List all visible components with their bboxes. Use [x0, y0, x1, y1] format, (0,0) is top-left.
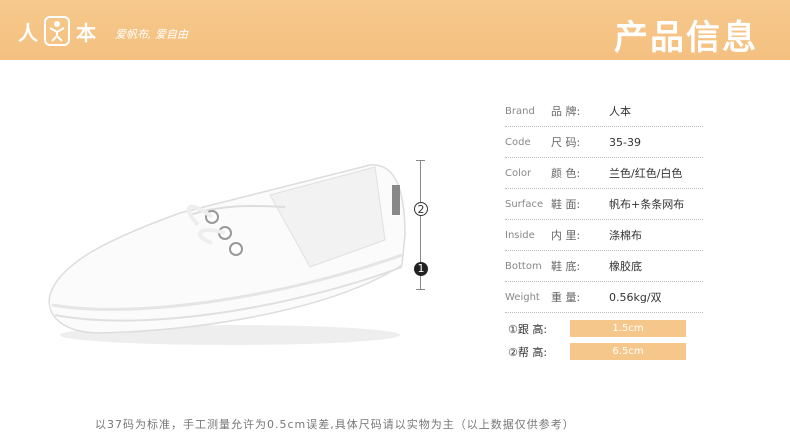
spec-row-code: Code 尺 码: 35-39 — [505, 127, 703, 158]
spec-cn-label: 鞋 底: — [551, 260, 581, 273]
heel-height-label: ①跟 高: — [508, 322, 548, 336]
ruler-tick-bottom — [416, 289, 425, 290]
brand-logo: 人 本 — [18, 12, 96, 50]
shoe-image — [40, 155, 410, 359]
spec-cn-label: 内 里: — [551, 229, 581, 242]
spec-en-label: Inside — [505, 229, 535, 241]
spec-table: Brand 品 牌: 人本 Code 尺 码: 35-39 Color 颜 色: 兰色/红色… — [505, 96, 703, 313]
spec-value: 涤棉布 — [609, 229, 642, 242]
spec-value: 35-39 — [609, 135, 641, 149]
logo-char-left: 人 — [18, 20, 38, 45]
upper-height-value: 6.5cm — [570, 343, 686, 360]
ruler-tick-top — [416, 160, 425, 161]
spec-row-weight: Weight 重 量: 0.56kg/双 — [505, 282, 703, 313]
spec-value: 0.56kg/双 — [609, 291, 662, 304]
spec-cn-label: 颜 色: — [551, 167, 581, 180]
spec-row-brand: Brand 品 牌: 人本 — [505, 96, 703, 127]
heel-height-value: 1.5cm — [570, 320, 686, 337]
spec-en-label: Surface — [505, 198, 544, 210]
spec-value: 帆布+条条网布 — [609, 198, 685, 211]
marker-two: 2 — [414, 202, 428, 216]
spec-en-label: Weight — [505, 291, 540, 303]
page-title: 产品信息 — [614, 18, 758, 58]
person-icon — [44, 16, 70, 46]
header-banner: 人 本 爱帆布, 爱自由 产品信息 — [0, 0, 790, 60]
spec-cn-label: 重 量: — [551, 291, 581, 304]
upper-height-row: ②帮 高: 6.5cm — [508, 343, 686, 360]
spec-en-label: Bottom — [505, 260, 542, 272]
spec-value: 人本 — [609, 105, 631, 118]
spec-en-label: Brand — [505, 105, 535, 117]
marker-one: 1 — [414, 262, 428, 276]
spec-row-surface: Surface 鞋 面: 帆布+条条网布 — [505, 189, 703, 220]
spec-row-bottom: Bottom 鞋 底: 橡胶底 — [505, 251, 703, 282]
spec-value: 橡胶底 — [609, 260, 642, 273]
upper-height-label: ②帮 高: — [508, 345, 548, 359]
spec-cn-label: 鞋 面: — [551, 198, 581, 211]
spec-row-color: Color 颜 色: 兰色/红色/白色 — [505, 158, 703, 189]
slogan: 爱帆布, 爱自由 — [115, 28, 188, 41]
spec-en-label: Color — [505, 167, 532, 179]
spec-value: 兰色/红色/白色 — [609, 167, 683, 180]
measurement-note: 以37码为标准，手工测量允许为0.5cm误差,具体尺码请以实物为主（以上数据仅供… — [95, 418, 575, 431]
spec-en-label: Code — [505, 136, 531, 148]
logo-char-right: 本 — [76, 20, 96, 45]
spec-cn-label: 尺 码: — [551, 136, 581, 149]
spec-cn-label: 品 牌: — [551, 105, 581, 118]
heel-height-row: ①跟 高: 1.5cm — [508, 320, 686, 337]
spec-row-inside: Inside 内 里: 涤棉布 — [505, 220, 703, 251]
